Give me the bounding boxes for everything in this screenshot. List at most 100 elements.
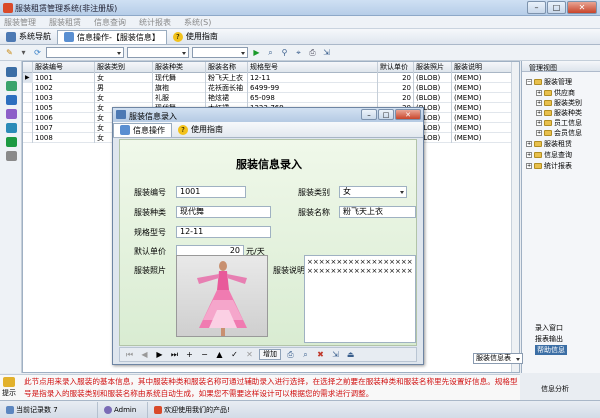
menu-query[interactable]: 信息查询 [94, 17, 126, 28]
table-cell[interactable]: (MEMO) [452, 103, 512, 113]
delete-icon[interactable]: ✖ [315, 350, 326, 359]
col-code[interactable]: 服装编号 [33, 62, 95, 73]
table-row[interactable]: 1002 男旗袍 花袄面长袖 6499-99 20 (BLOB) (MEMO) [23, 83, 512, 93]
operator-select[interactable] [127, 47, 189, 58]
table-cell[interactable]: 6499-99 [248, 83, 378, 93]
col-name[interactable]: 服装名称 [206, 62, 248, 73]
table-row[interactable]: 1003 女礼服 艳炫裙 65-098 20 (BLOB) (MEMO) [23, 93, 512, 103]
expand-icon[interactable]: + [526, 152, 532, 158]
table-row[interactable]: 1001 女现代舞 粉飞天上衣 12-11 20 (BLOB) (MEMO) [23, 73, 512, 83]
memo-textarea[interactable]: ×××××××××××××××××××××××××××××××××××× [304, 255, 416, 343]
expand-icon[interactable]: + [536, 130, 542, 136]
table-cell[interactable]: 花袄面长袖 [206, 83, 248, 93]
menu-report[interactable]: 统计报表 [139, 17, 171, 28]
tree-node-staff[interactable]: + 员工信息 [536, 118, 582, 128]
col-category[interactable]: 服装类别 [95, 62, 153, 73]
table-scrollbar[interactable] [511, 62, 519, 372]
first-record-icon[interactable]: ⏮ [124, 350, 135, 360]
edit-record-icon[interactable] [6, 95, 17, 105]
table-cell[interactable]: 女 [95, 93, 153, 103]
garment-photo[interactable] [176, 255, 268, 337]
kind-input[interactable]: 现代舞 [176, 206, 271, 218]
refresh-icon[interactable]: ⟳ [32, 47, 43, 58]
run-icon[interactable]: ▶ [251, 47, 262, 58]
table-cell[interactable]: 1007 [33, 123, 95, 133]
table-cell[interactable]: (BLOB) [414, 93, 452, 103]
close-button[interactable]: ✕ [567, 1, 597, 14]
exit-icon[interactable]: ⏏ [345, 350, 356, 359]
entry-window-button[interactable]: 录入窗口 [535, 323, 563, 333]
expand-icon[interactable]: + [526, 163, 532, 169]
col-spec[interactable]: 规格型号 [248, 62, 378, 73]
menu-garment[interactable]: 服装管理 [4, 17, 36, 28]
table-cell[interactable]: 1001 [33, 73, 95, 83]
dialog-maximize-button[interactable]: □ [378, 109, 394, 120]
view-icon[interactable] [6, 67, 17, 77]
export-icon[interactable]: ⇲ [330, 350, 341, 359]
dialog-close-button[interactable]: ✕ [395, 109, 421, 120]
tree-node-kind[interactable]: + 服装种类 [536, 108, 582, 118]
table-cell[interactable]: 1005 [33, 103, 95, 113]
table-cell[interactable]: (BLOB) [414, 73, 452, 83]
table-cell[interactable]: (MEMO) [452, 133, 512, 143]
table-cell[interactable]: 1003 [33, 93, 95, 103]
menu-system[interactable]: 系统(S) [184, 17, 211, 28]
col-kind[interactable]: 服装种类 [153, 62, 206, 73]
delete-icon[interactable] [6, 151, 17, 161]
dropdown-arrow-icon[interactable]: ▾ [18, 47, 29, 58]
edit-icon[interactable]: ✎ [4, 47, 15, 58]
print-icon[interactable]: ⎙ [285, 350, 296, 360]
tree-node-supplier[interactable]: + 供应商 [536, 88, 575, 98]
expand-icon[interactable]: + [536, 120, 542, 126]
table-cell[interactable]: 1002 [33, 83, 95, 93]
dialog-minimize-button[interactable]: – [361, 109, 377, 120]
table-cell[interactable]: 现代舞 [153, 73, 206, 83]
col-photo[interactable]: 服装照片 [414, 62, 452, 73]
add-button[interactable]: 增加 [259, 349, 281, 360]
tree-node-garment[interactable]: − 服装管理 [526, 77, 572, 87]
minimize-button[interactable]: – [527, 1, 546, 14]
edit-record-icon[interactable]: ▲ [214, 350, 225, 359]
table-cell[interactable]: (MEMO) [452, 73, 512, 83]
table-cell[interactable]: 礼服 [153, 93, 206, 103]
category-select[interactable]: 女 [339, 186, 407, 198]
filter-icon[interactable]: ⌖ [293, 47, 304, 58]
delete-record-icon[interactable]: − [199, 350, 210, 359]
table-select[interactable]: 服装信息表 [473, 353, 523, 364]
copy-icon[interactable] [6, 109, 17, 119]
tab-navigation[interactable]: 系统导航 [0, 30, 57, 44]
table-cell[interactable]: (MEMO) [452, 93, 512, 103]
add-icon[interactable] [6, 81, 17, 91]
table-cell[interactable]: 1006 [33, 113, 95, 123]
table-cell[interactable]: (BLOB) [414, 83, 452, 93]
table-cell[interactable]: 12-11 [248, 73, 378, 83]
table-cell[interactable]: (MEMO) [452, 113, 512, 123]
info-analysis-button[interactable]: 信息分析 [541, 384, 569, 394]
col-price[interactable]: 默认单价 [378, 62, 414, 73]
table-cell[interactable]: 旗袍 [153, 83, 206, 93]
table-cell[interactable]: (MEMO) [452, 123, 512, 133]
next-record-icon[interactable]: ▶ [154, 350, 165, 359]
expand-icon[interactable]: + [526, 141, 532, 147]
print-icon[interactable]: ⎙ [307, 47, 318, 58]
menu-rental[interactable]: 服装租赁 [49, 17, 81, 28]
table-cell[interactable]: 女 [95, 73, 153, 83]
table-cell[interactable]: 20 [378, 93, 414, 103]
table-cell[interactable]: 粉飞天上衣 [206, 73, 248, 83]
tree-node-report[interactable]: + 统计报表 [526, 161, 572, 171]
value-select[interactable] [192, 47, 248, 58]
help-info-button[interactable]: 帮助信息 [535, 345, 567, 355]
table-cell[interactable]: 1008 [33, 133, 95, 143]
tab-info-operation[interactable]: 信息操作-【服装信息】 [57, 29, 167, 44]
report-output-button[interactable]: 报表输出 [535, 334, 563, 344]
expand-icon[interactable]: + [536, 100, 542, 106]
tab-guide[interactable]: ? 使用指南 [167, 30, 224, 44]
table-cell[interactable]: 20 [378, 83, 414, 93]
table-cell[interactable]: 男 [95, 83, 153, 93]
insert-record-icon[interactable]: + [184, 350, 195, 359]
name-input[interactable]: 粉飞天上衣 [339, 206, 416, 218]
dialog-tab-operation[interactable]: 信息操作 [113, 122, 172, 137]
expand-icon[interactable]: + [536, 110, 542, 116]
spec-input[interactable]: 12-11 [176, 226, 271, 238]
find-next-icon[interactable]: ⚲ [279, 47, 290, 58]
